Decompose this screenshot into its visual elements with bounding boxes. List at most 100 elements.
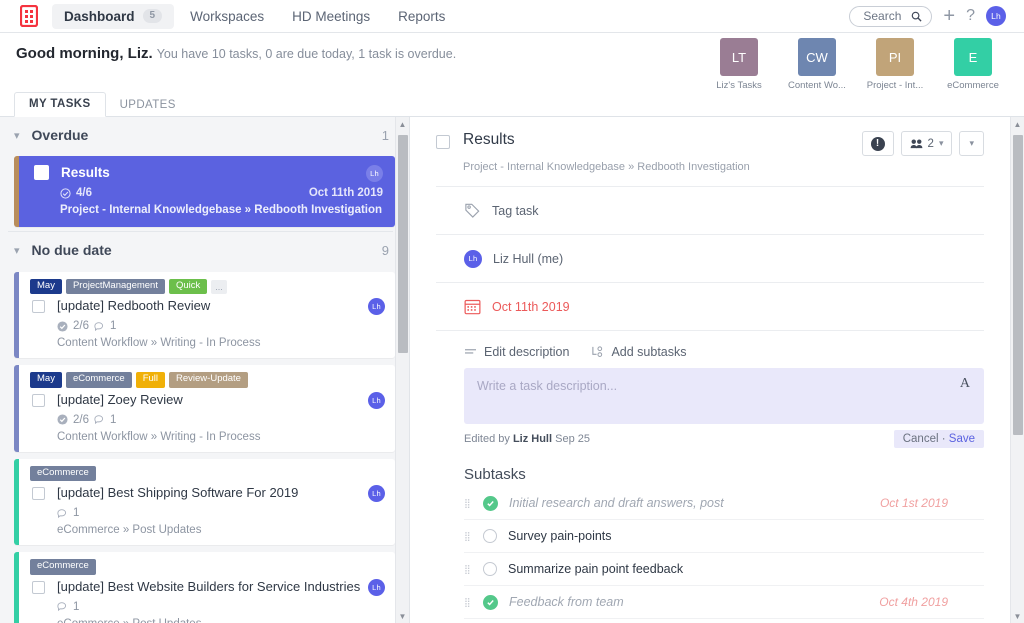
subtask-row[interactable]: ⣿ Survey pain-points [464, 520, 984, 553]
project-tile-initials: E [954, 38, 992, 76]
tag-task-row[interactable]: Tag task [436, 187, 984, 235]
priority-button[interactable]: ! [861, 131, 894, 156]
help-icon[interactable]: ? [966, 8, 975, 24]
cancel-button[interactable]: Cancel [903, 433, 939, 445]
members-count: 2 [927, 137, 934, 150]
avatar: Lh [366, 165, 383, 182]
drag-handle-icon[interactable]: ⣿ [464, 499, 472, 508]
scrollbar-thumb[interactable] [1013, 135, 1023, 435]
tab-updates[interactable]: UPDATES [106, 94, 190, 117]
tag[interactable]: ProjectManagement [65, 279, 165, 295]
task-card-redbooth-review[interactable]: May ProjectManagement Quick ... [update]… [14, 272, 395, 359]
subtask-row[interactable]: ⣿ Feedback from team Oct 4th 2019 [464, 586, 984, 619]
nav-tab-dashboard[interactable]: Dashboard 5 [52, 3, 175, 29]
task-card-meta: 2/6 1 [57, 320, 385, 332]
group-count: 9 [381, 242, 389, 258]
chevron-down-icon[interactable]: ▾ [14, 129, 20, 142]
more-options-button[interactable]: ▾ [959, 131, 984, 156]
project-tile-liz-tasks[interactable]: LT Liz's Tasks [706, 38, 772, 91]
tag[interactable]: eCommerce [30, 559, 96, 575]
drag-handle-icon[interactable]: ⣿ [464, 565, 472, 574]
tag[interactable]: May [30, 372, 62, 388]
subtask-name: Feedback from team [509, 595, 624, 609]
nav-tab-hd-meetings-label: HD Meetings [292, 8, 371, 24]
members-button[interactable]: 2 ▾ [900, 131, 953, 156]
subtask-row[interactable]: ⣿ Initial research and draft answers, po… [464, 487, 984, 520]
group-header-overdue[interactable]: ▾ Overdue 1 [6, 120, 395, 150]
breadcrumb: Project - Internal Knowledgebase » Redbo… [463, 161, 750, 173]
task-card-results[interactable]: Results Lh 4/6 Oct 11th 2019 Project - I… [14, 156, 395, 227]
task-checkbox[interactable] [32, 580, 45, 594]
task-checkbox[interactable] [34, 165, 49, 180]
task-checkbox[interactable] [32, 487, 45, 501]
user-avatar[interactable]: Lh [986, 6, 1006, 26]
assignee-row[interactable]: Lh Liz Hull (me) [436, 235, 984, 283]
task-view-tabs: MY TASKS UPDATES [0, 91, 1024, 117]
task-card-title-row: [update] Redbooth Review Lh [30, 298, 385, 316]
tag[interactable]: May [30, 279, 62, 295]
subtask-row[interactable]: ⣿ Summarize pain point feedback [464, 553, 984, 586]
group-header-no-due-date[interactable]: ▾ No due date 9 [6, 235, 395, 265]
task-card-progress: 2/6 [73, 320, 89, 333]
task-card-comment-count: 1 [110, 413, 117, 426]
scroll-up-icon[interactable]: ▲ [396, 117, 409, 131]
top-right-controls: Search + ? Lh [849, 5, 1012, 27]
detail-scrollbar[interactable]: ▲ ▼ [1010, 117, 1024, 623]
scrollbar-thumb[interactable] [398, 135, 408, 353]
tag-overflow[interactable]: ... [211, 279, 227, 294]
tag[interactable]: eCommerce [65, 372, 132, 388]
format-text-icon[interactable]: A [960, 376, 970, 392]
tag[interactable]: Full [135, 372, 166, 388]
subtask-row[interactable]: ⣿ Research to fill in gaps Oct 11th 2019 [464, 619, 984, 623]
due-date-row[interactable]: Oct 11th 2019 [436, 283, 984, 331]
add-subtasks-button[interactable]: Add subtasks [591, 345, 687, 359]
description-placeholder: Write a task description... [477, 379, 618, 393]
sidebar-scrollbar[interactable]: ▲ ▼ [395, 117, 409, 623]
comment-icon [94, 322, 104, 332]
scroll-up-icon[interactable]: ▲ [1011, 117, 1024, 131]
chevron-down-icon[interactable]: ▾ [14, 244, 20, 257]
edit-description-button[interactable]: Edit description [464, 345, 569, 359]
task-card-best-shipping-software[interactable]: eCommerce [update] Best Shipping Softwar… [14, 458, 395, 546]
project-tile-project-internal[interactable]: PI Project - Int... [862, 38, 928, 91]
save-button[interactable]: Save [949, 433, 975, 445]
nav-tab-workspaces[interactable]: Workspaces [178, 4, 276, 29]
nav-tab-hd-meetings[interactable]: HD Meetings [280, 4, 382, 29]
drag-handle-icon[interactable]: ⣿ [464, 598, 472, 607]
project-tile-ecommerce[interactable]: E eCommerce [940, 38, 1006, 91]
tab-my-tasks[interactable]: MY TASKS [14, 92, 106, 117]
tag[interactable]: Quick [168, 279, 208, 295]
avatar: Lh [368, 391, 385, 409]
task-checkbox[interactable] [32, 393, 45, 407]
subtask-progress-icon [57, 321, 68, 332]
task-card-meta: 1 [57, 507, 385, 519]
subtask-checkbox[interactable] [483, 562, 497, 576]
search-input[interactable]: Search [849, 5, 933, 27]
task-card-best-website-builders[interactable]: eCommerce [update] Best Website Builders… [14, 552, 395, 623]
add-icon[interactable]: + [943, 6, 955, 26]
tag[interactable]: eCommerce [30, 465, 96, 482]
group-title: Overdue [31, 127, 89, 143]
comment-icon [94, 415, 104, 425]
task-card-tags: eCommerce [30, 559, 385, 575]
edited-author: Liz Hull [512, 433, 553, 445]
nav-tab-reports[interactable]: Reports [386, 4, 457, 29]
task-complete-checkbox[interactable] [436, 135, 450, 149]
subtask-name: Summarize pain point feedback [508, 562, 684, 576]
subtask-progress-icon [57, 414, 68, 425]
subtask-checkbox[interactable] [483, 529, 497, 543]
task-card-title: [update] Redbooth Review [57, 298, 211, 314]
task-detail-content: Results ! 2 ▾ ▾ Project - Internal Knowl… [410, 117, 1024, 623]
task-checkbox[interactable] [32, 300, 45, 314]
top-navigation-bar: Dashboard 5 Workspaces HD Meetings Repor… [0, 0, 1024, 33]
description-input[interactable]: Write a task description... A [464, 368, 984, 424]
redbooth-logo-icon[interactable] [20, 5, 38, 27]
drag-handle-icon[interactable]: ⣿ [464, 532, 472, 541]
project-tile-content-workflow[interactable]: CW Content Wo... [784, 38, 850, 91]
subtask-checkbox-checked[interactable] [483, 495, 498, 511]
task-card-zoey-review[interactable]: May eCommerce Full Review-Update [update… [14, 365, 395, 452]
scroll-down-icon[interactable]: ▼ [396, 609, 409, 623]
tag[interactable]: Review-Update [169, 372, 248, 388]
scroll-down-icon[interactable]: ▼ [1011, 609, 1024, 623]
subtask-checkbox-checked[interactable] [483, 594, 498, 610]
